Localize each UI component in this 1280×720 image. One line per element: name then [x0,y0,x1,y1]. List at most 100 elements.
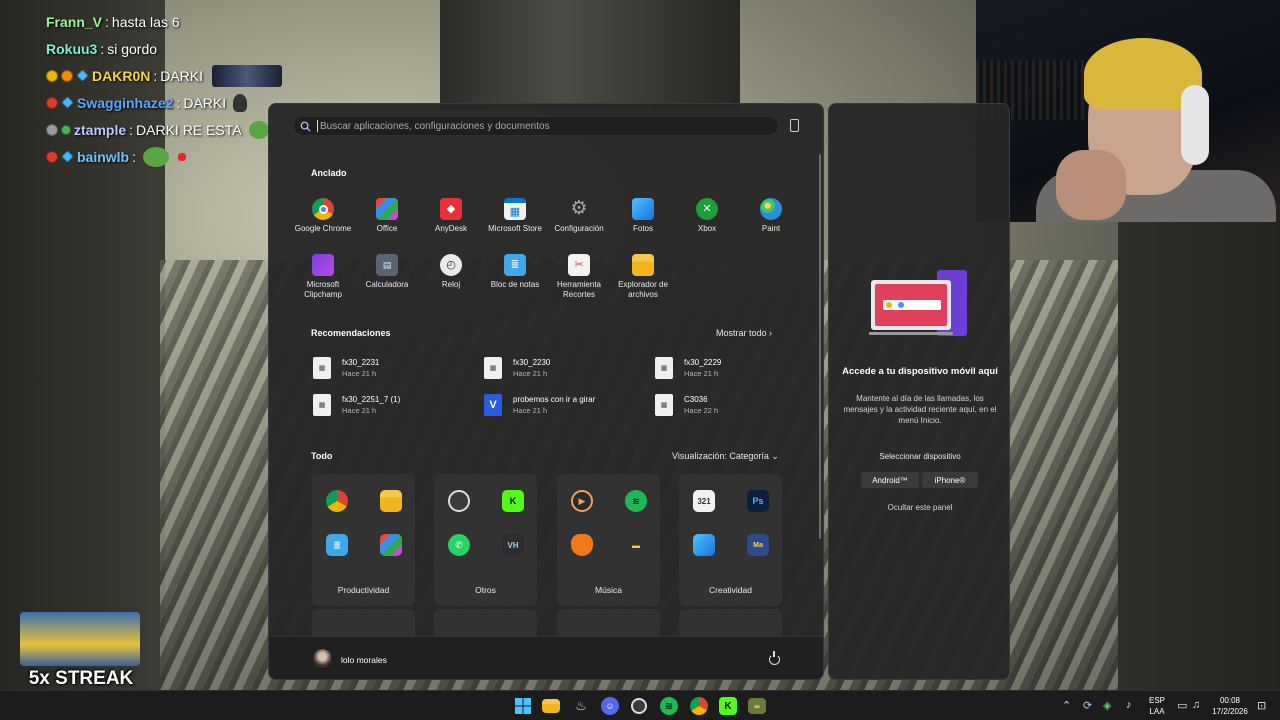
phone-link-icon[interactable] [790,119,799,132]
recommended-time: Hace 21 h [513,406,548,415]
snipping-tool-icon: ✂ [568,254,590,276]
vh-app-icon[interactable]: VH [502,534,524,556]
recommended-name: fx30_2230 [513,358,551,367]
fl-studio-icon[interactable] [571,534,593,556]
media-player-icon[interactable]: ▶ [571,490,593,512]
show-hidden-icons-chevron-icon[interactable]: ⌃ [1062,699,1071,712]
kick-icon[interactable]: K [719,697,737,715]
chat-message: Frann_V: hasta las 6 [46,13,180,30]
clock-icon: ◴ [440,254,462,276]
recommended-time: Hace 22 h [684,406,719,415]
streak-image [20,612,140,666]
chat-username: Swagginhaze2 [77,94,174,111]
pinned-app-anydesk[interactable]: ◆ AnyDesk [419,198,483,234]
skull-emote-icon [233,93,248,112]
android-button[interactable]: Android™ [861,472,919,488]
windows-start-icon[interactable] [513,696,533,716]
notification-bell-icon[interactable]: ⊡ [1257,699,1266,712]
power-icon[interactable] [769,651,780,665]
emote-icon [212,64,283,87]
user-name[interactable]: lolo morales [341,655,387,665]
pinned-title: Anclado [311,168,347,178]
category-productividad[interactable]: ≣ Productividad [312,474,415,606]
paint-3d-icon[interactable]: Ma [747,534,769,556]
security-icon[interactable]: ◈ [1103,699,1111,712]
recommended-time: Hace 21 h [513,369,548,378]
category-musica[interactable]: ▶ ≋ ▬ Música [557,474,660,606]
recommended-item[interactable]: ▦ fx30_2231 Hace 21 h [313,354,473,382]
store-icon: ▦ [504,198,526,220]
language-indicator[interactable]: ESP LAA [1146,695,1168,717]
recommended-item[interactable]: ▦ fx30_2229 Hace 21 h [655,354,815,382]
pinned-app-clipchamp[interactable]: Microsoft Clipchamp [291,254,355,300]
pinned-app-settings[interactable]: ⚙ Configuración [547,198,611,234]
video-file-icon: ▦ [484,357,502,379]
iphone-button[interactable]: iPhone® [922,472,978,488]
pinned-app-label: Microsoft Store [488,224,542,233]
phone-link-panel: Accede a tu dispositivo móvil aquí Mante… [828,103,1010,680]
chat-username: bainwlb [77,148,130,165]
category-creatividad[interactable]: 321 Ps Ma Creatividad [679,474,782,606]
clapperboard-icon[interactable]: 321 [693,490,715,512]
diamond-badge-icon [76,69,89,82]
discord-icon[interactable]: ☺ [601,697,619,715]
hide-panel-link[interactable]: Ocultar este panel [839,503,1001,512]
pinned-app-calculator[interactable]: ▤ Calculadora [355,254,419,290]
pinned-app-chrome[interactable]: Google Chrome [291,198,355,234]
category-label: Productividad [337,585,390,595]
notepad-icon: ≣ [504,254,526,276]
file-explorer-icon[interactable] [380,490,402,512]
obs-icon[interactable] [448,490,470,512]
pinned-app-file-explorer[interactable]: Explorador de archivos [611,254,675,300]
sync-icon[interactable]: ⟳ [1083,699,1092,712]
video-file-icon: ▦ [313,394,331,416]
category-label: Creatividad [709,585,752,595]
network-icon[interactable]: ▭ [1177,699,1187,712]
background-figure [440,0,740,110]
steam-icon[interactable]: ♨ [571,696,591,716]
microphone-icon[interactable]: ♪ [1126,699,1132,711]
notepad-icon[interactable]: ≣ [326,534,348,556]
record-badge-icon [46,150,58,163]
folder-icon[interactable]: ▬ [625,534,647,556]
pinned-app-paint[interactable]: Paint [739,198,803,234]
scrollbar[interactable] [819,154,821,539]
obs-icon[interactable] [631,698,647,714]
whatsapp-icon[interactable]: ✆ [448,534,470,556]
pinned-app-xbox[interactable]: ✕ Xbox [675,198,739,234]
frog-badge-icon [61,124,71,135]
view-category-dropdown[interactable]: Visualización: Categoría ⌄ [672,451,779,462]
photos-icon[interactable] [693,534,715,556]
game-app-icon[interactable]: ∞ [748,698,766,714]
chat-message: DAKR0N: DARKI [46,62,286,89]
recommended-item[interactable]: V probemos con ir a girar Hace 21 h [484,391,644,419]
pinned-app-snipping-tool[interactable]: ✂ Herramienta Recortes [547,254,611,300]
select-device-label: Seleccionar dispositivo [879,452,961,461]
spotify-icon[interactable]: ≋ [660,697,678,715]
xbox-icon: ✕ [696,198,718,220]
office-icon[interactable] [380,534,402,556]
kick-icon[interactable]: K [502,490,524,512]
chevron-down-icon: ⌄ [771,451,779,461]
recommended-item[interactable]: ▦ fx30_2230 Hace 21 h [484,354,644,382]
chrome-icon[interactable] [690,697,708,715]
spotify-icon[interactable]: ≋ [625,490,647,512]
file-explorer-icon[interactable] [542,699,560,713]
chat-text: DARKI RE ESTA [136,121,242,138]
recommended-item[interactable]: ▦ C3036 Hace 22 h [655,391,815,419]
pinned-app-photos[interactable]: Fotos [611,198,675,234]
user-avatar[interactable] [313,649,332,668]
chrome-icon[interactable] [326,490,348,512]
recommended-item[interactable]: ▦ fx30_2251_7 (1) Hace 21 h [313,391,473,419]
volume-icon[interactable]: ♫ [1192,699,1200,711]
office-icon [376,198,398,220]
search-input[interactable]: Buscar aplicaciones, configuraciones y d… [293,116,779,136]
pinned-app-office[interactable]: Office [355,198,419,234]
show-all-link[interactable]: Mostrar todo › [716,328,772,338]
category-otros[interactable]: K ✆ VH Otros [434,474,537,606]
pinned-app-clock[interactable]: ◴ Reloj [419,254,483,290]
photoshop-icon[interactable]: Ps [747,490,769,512]
pinned-app-store[interactable]: ▦ Microsoft Store [483,198,547,234]
system-clock[interactable]: 00:08 17/2/2026 [1210,695,1250,717]
pinned-app-notepad[interactable]: ≣ Bloc de notas [483,254,547,290]
